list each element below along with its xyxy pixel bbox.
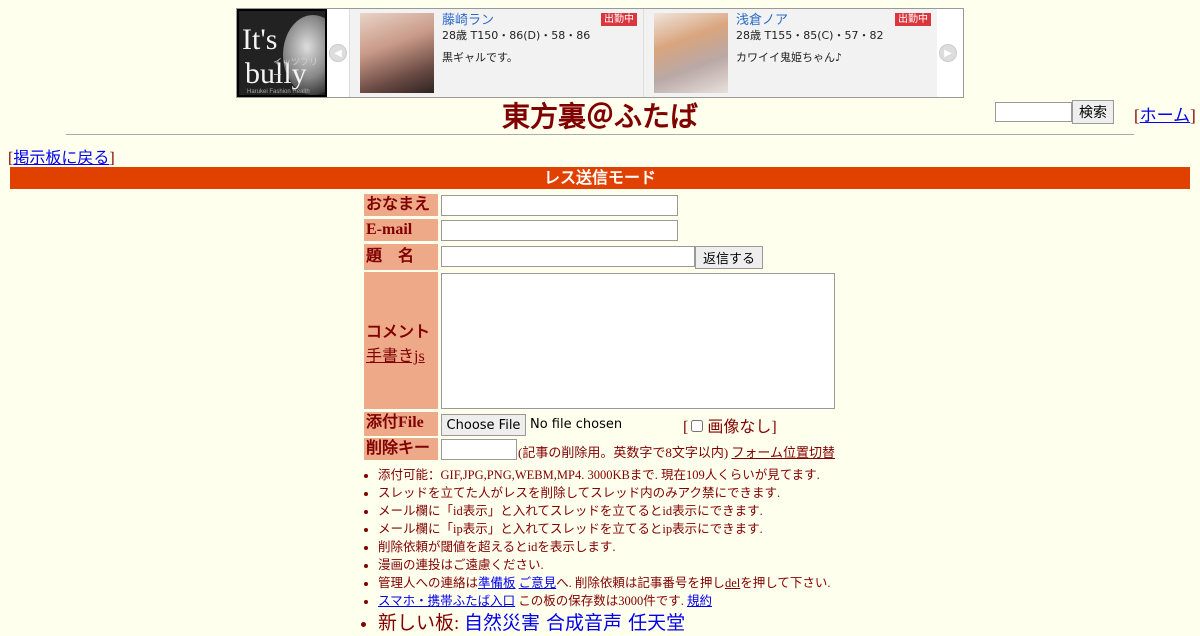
file-label: 添付File	[364, 412, 438, 436]
board-link[interactable]: 自然災害	[464, 613, 540, 634]
list-item: メール欄に「ip表示」と入れてスレッドを立てるとip表示にできます.	[378, 520, 880, 538]
back-link-wrapper: [掲示板に戻る]	[8, 144, 115, 168]
prep-board-link[interactable]: 準備板	[478, 576, 516, 590]
chevron-right-icon: ▶	[939, 44, 957, 62]
mode-banner: レス送信モード	[10, 167, 1190, 189]
rules-link[interactable]: 規約	[687, 594, 712, 608]
delete-key-label: 削除キー	[364, 438, 438, 460]
list-item: メール欄に「id表示」と入れてスレッドを立てるとid表示にできます.	[378, 502, 880, 520]
ad-next-button[interactable]: ▶	[937, 9, 959, 97]
subject-label: 題 名	[364, 244, 438, 270]
bracket-close: ]	[1190, 106, 1196, 125]
board-link[interactable]: 任天堂	[628, 613, 685, 634]
status-badge: 出勤中	[895, 13, 931, 26]
ad-card[interactable]: 藤崎ラン 28歳 T150・86(D)・58・86 黒ギャルです。 出勤中	[349, 9, 643, 97]
ad-logo[interactable]: It's bully イッツブリー Harukei Fashion Health	[237, 9, 327, 97]
list-item: スマホ・携帯ふたば入口 この板の保存数は3000件です. 規約	[378, 592, 880, 610]
comment-label: コメント	[366, 324, 431, 341]
no-image-option: [ 画像なし]	[683, 413, 777, 437]
notes-list: 添付可能：GIF,JPG,PNG,WEBM,MP4. 3000KBまで. 現在1…	[360, 466, 880, 636]
comment-textarea[interactable]	[441, 273, 835, 409]
no-image-checkbox[interactable]	[691, 420, 704, 432]
no-image-label: 画像なし	[707, 419, 772, 436]
home-link[interactable]: ホーム	[1140, 106, 1191, 125]
email-label: E-mail	[364, 219, 438, 241]
ad-card-photo	[360, 13, 434, 93]
note-text: を押して下さい.	[740, 576, 831, 590]
ad-logo-line1: It's	[242, 23, 278, 56]
ad-banner[interactable]: It's bully イッツブリー Harukei Fashion Health…	[236, 8, 964, 98]
list-item: 管理人への連絡は準備板 ご意見へ. 削除依頼は記事番号を押しdelを押して下さい…	[378, 574, 880, 592]
ad-logo-kana: イッツブリー	[273, 58, 319, 81]
ad-logo-small: Harukei Fashion Health	[247, 89, 310, 95]
email-field[interactable]	[441, 220, 678, 241]
search-button[interactable]: 検索	[1072, 100, 1114, 124]
del-link[interactable]: del	[725, 576, 740, 590]
ad-card-desc: カワイイ鬼姫ちゃん♪	[736, 51, 843, 64]
bracket-close: ]	[109, 150, 115, 167]
list-item: 添付可能：GIF,JPG,PNG,WEBM,MP4. 3000KBまで. 現在1…	[378, 466, 880, 484]
name-label: おなまえ	[364, 194, 438, 216]
ad-card-photo	[654, 13, 728, 93]
form-position-toggle-link[interactable]: フォーム位置切替	[731, 445, 835, 460]
no-file-text: No file chosen	[530, 417, 623, 432]
home-link-wrapper: [ホーム]	[1134, 101, 1196, 126]
list-item: 新しい板: 自然災害合成音声任天堂	[378, 612, 880, 636]
note-text: この板の保存数は3000件です.	[515, 594, 684, 608]
bracket-open: [	[683, 419, 689, 436]
chevron-left-icon: ◀	[329, 44, 347, 62]
choose-file-button[interactable]: Choose File	[441, 414, 526, 436]
handwrite-link[interactable]: 手書きjs	[366, 348, 425, 365]
divider	[66, 134, 1134, 135]
delete-key-field[interactable]	[441, 439, 517, 460]
search-input[interactable]	[995, 102, 1072, 122]
name-field[interactable]	[441, 195, 678, 216]
bracket-close: ]	[771, 419, 777, 436]
ad-card-spec: 28歳 T150・86(D)・58・86	[442, 29, 591, 42]
note-text: 管理人への連絡は	[378, 576, 479, 590]
ad-card[interactable]: 浅倉ノア 28歳 T155・85(C)・57・82 カワイイ鬼姫ちゃん♪ 出勤中	[643, 9, 937, 97]
list-item: 削除依頼が閾値を超えるとidを表示します.	[378, 538, 880, 556]
ad-card-spec: 28歳 T155・85(C)・57・82	[736, 29, 884, 42]
note-text: へ. 削除依頼は記事番号を押し	[556, 576, 725, 590]
submit-reply-button[interactable]: 返信する	[695, 246, 763, 269]
list-item: 漫画の連投はご遠慮ください.	[378, 556, 880, 574]
list-item: スレッドを立てた人がレスを削除してスレッド内のみアク禁にできます.	[378, 484, 880, 502]
status-badge: 出勤中	[601, 13, 637, 26]
subject-field[interactable]	[441, 246, 695, 267]
delete-key-note: (記事の削除用。英数字で8文字以内) フォーム位置切替	[518, 442, 835, 461]
comment-label-cell: コメント 手書きjs	[364, 272, 438, 409]
feedback-link[interactable]: ご意見	[519, 576, 557, 590]
ad-card-desc: 黒ギャルです。	[442, 51, 518, 64]
ad-prev-button[interactable]: ◀	[327, 9, 349, 97]
delete-key-note-text: (記事の削除用。英数字で8文字以内)	[518, 445, 729, 460]
new-boards-label: 新しい板:	[378, 613, 460, 634]
back-to-board-link[interactable]: 掲示板に戻る	[13, 150, 109, 167]
board-link[interactable]: 合成音声	[546, 613, 622, 634]
mobile-entrance-link[interactable]: スマホ・携帯ふたば入口	[378, 594, 515, 608]
